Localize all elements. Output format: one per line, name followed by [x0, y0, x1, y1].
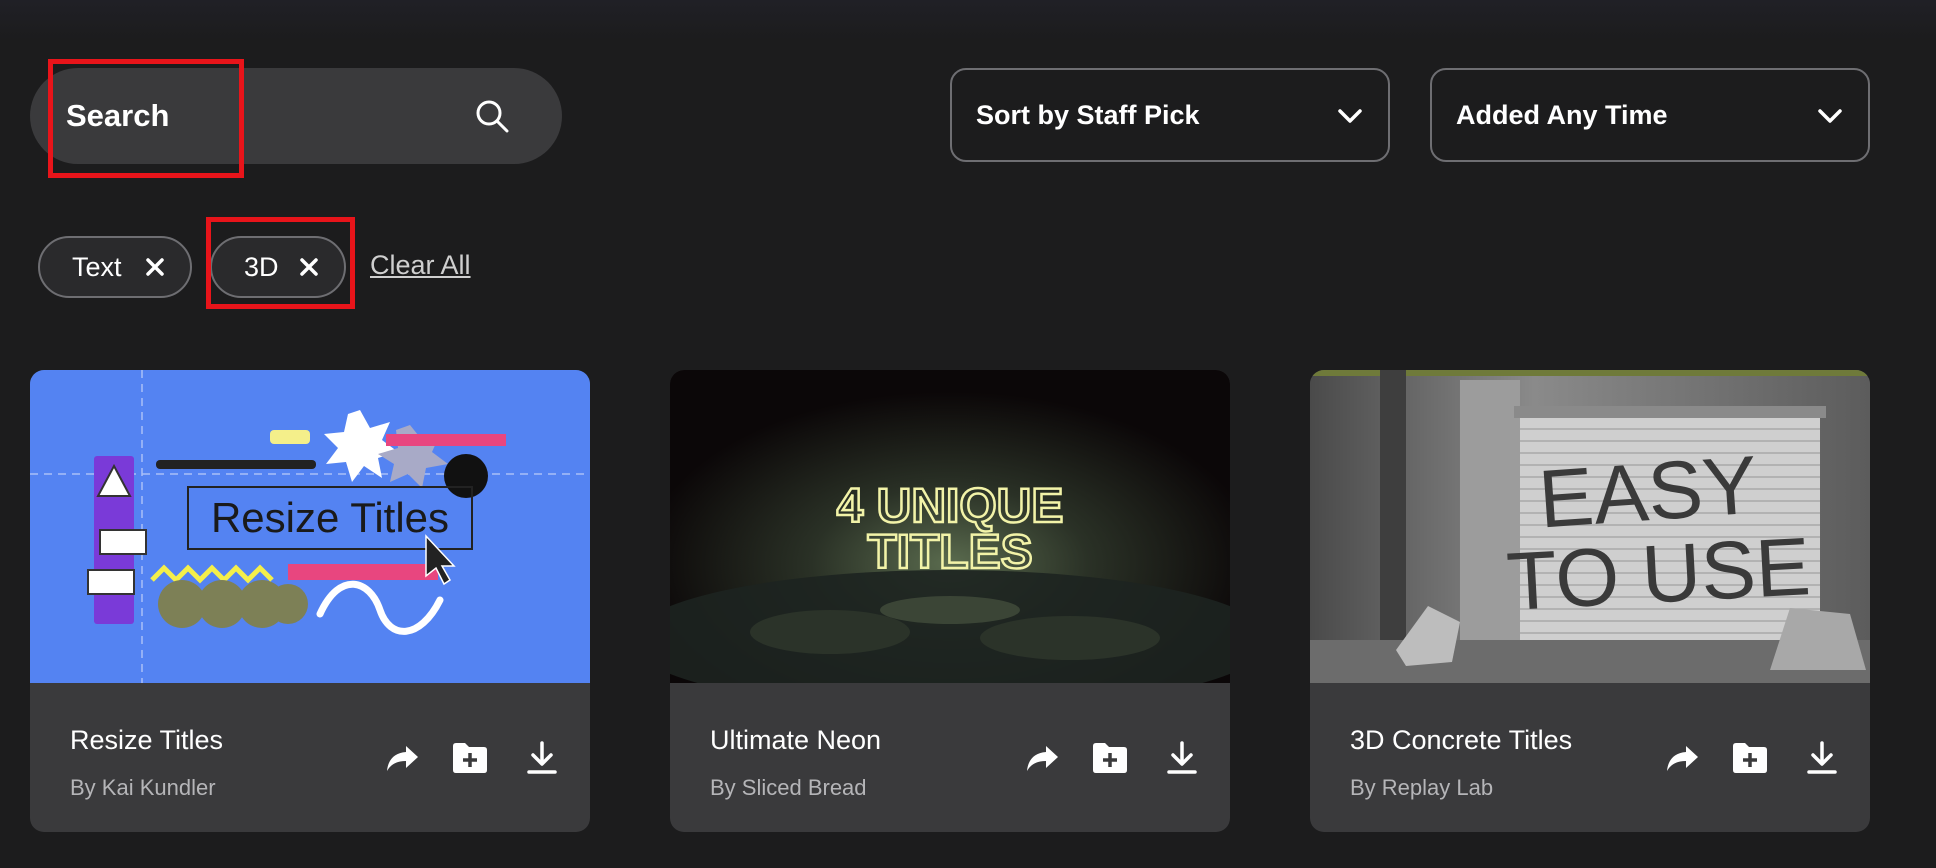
close-icon[interactable]	[296, 254, 322, 280]
filter-chip-label: 3D	[244, 251, 279, 282]
share-button[interactable]	[1662, 738, 1702, 778]
close-icon[interactable]	[142, 254, 168, 280]
ultimate-neon-artwork: 4 UNIQUE TITLES	[670, 370, 1230, 683]
download-button[interactable]	[522, 738, 562, 778]
share-icon	[1027, 746, 1058, 771]
folder-add-icon	[1093, 743, 1127, 773]
chevron-down-icon	[1818, 109, 1842, 123]
thumb-neon-line2: TITLES	[867, 526, 1032, 579]
template-card-3d-concrete-titles[interactable]: EASY TO USE 3D Concrete Titles By Replay…	[1310, 370, 1870, 832]
card-author[interactable]: By Sliced Bread	[710, 775, 867, 801]
download-icon	[527, 741, 557, 774]
card-info: 3D Concrete Titles By Replay Lab	[1310, 683, 1870, 832]
filter-chip-label: Text	[72, 251, 122, 282]
add-to-folder-button[interactable]	[1090, 738, 1130, 778]
filter-chip-3d[interactable]: 3D	[210, 236, 346, 298]
download-button[interactable]	[1802, 738, 1842, 778]
time-dropdown[interactable]: Added Any Time	[1430, 68, 1870, 162]
folder-add-icon	[1733, 743, 1767, 773]
template-card-ultimate-neon[interactable]: 4 UNIQUE TITLES Ultimate Neon By Sliced …	[670, 370, 1230, 832]
sort-dropdown-label: Sort by Staff Pick	[976, 99, 1200, 130]
filter-chip-text[interactable]: Text	[38, 236, 192, 298]
card-info: Ultimate Neon By Sliced Bread	[670, 683, 1230, 832]
share-button[interactable]	[1022, 738, 1062, 778]
add-to-folder-button[interactable]	[1730, 738, 1770, 778]
top-gradient	[0, 0, 1936, 40]
download-icon	[1167, 741, 1197, 774]
card-title[interactable]: Resize Titles	[70, 725, 223, 756]
folder-add-icon	[453, 743, 487, 773]
download-button[interactable]	[1162, 738, 1202, 778]
share-icon	[387, 746, 418, 771]
card-info: Resize Titles By Kai Kundler	[30, 683, 590, 832]
thumb-concrete-line2: TO USE	[1504, 521, 1812, 628]
card-thumbnail[interactable]: Resize Titles	[30, 370, 590, 683]
thumb-title-text: Resize Titles	[211, 494, 449, 541]
search-bar[interactable]	[30, 68, 562, 164]
search-input[interactable]	[66, 98, 486, 134]
share-icon	[1667, 746, 1698, 771]
card-author[interactable]: By Replay Lab	[1350, 775, 1493, 801]
card-thumbnail[interactable]: EASY TO USE	[1310, 370, 1870, 683]
card-thumbnail[interactable]: 4 UNIQUE TITLES	[670, 370, 1230, 683]
clear-all-link[interactable]: Clear All	[370, 250, 471, 281]
resize-titles-artwork: Resize Titles	[30, 370, 590, 683]
card-title[interactable]: Ultimate Neon	[710, 725, 881, 756]
card-title[interactable]: 3D Concrete Titles	[1350, 725, 1572, 756]
sort-dropdown[interactable]: Sort by Staff Pick	[950, 68, 1390, 162]
share-button[interactable]	[382, 738, 422, 778]
concrete-titles-artwork: EASY TO USE	[1310, 370, 1870, 683]
search-icon[interactable]	[474, 98, 510, 134]
time-dropdown-label: Added Any Time	[1456, 99, 1668, 130]
download-icon	[1807, 741, 1837, 774]
template-card-resize-titles[interactable]: Resize Titles Resize Titles By Kai Kundl…	[30, 370, 590, 832]
card-author[interactable]: By Kai Kundler	[70, 775, 216, 801]
add-to-folder-button[interactable]	[450, 738, 490, 778]
chevron-down-icon	[1338, 109, 1362, 123]
